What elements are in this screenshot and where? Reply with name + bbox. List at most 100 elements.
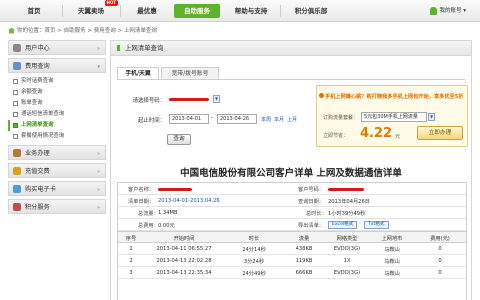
package-select[interactable]: 5元包30M手机上网流量 (361, 112, 427, 122)
nav-tianyi-mall-label: 天翼卖场 (78, 7, 104, 15)
order-label: 订购流量套餐： (323, 115, 359, 121)
customer-no-label: 客户号码： (298, 187, 324, 193)
sidebar-item-label: 上网清单查询 (21, 122, 54, 128)
nav-points-club[interactable]: 积分俱乐部 (284, 4, 338, 18)
promo-panel: 手机上网嫌心跳？购打随我多手机上网包开始，享多优至5折 订购流量套餐： 5元包3… (316, 85, 468, 147)
table-cell: 3 (129, 270, 133, 276)
recharge-icon (13, 167, 21, 175)
hot-badge: HOT (104, 0, 118, 6)
export-excel-button[interactable]: Excel格式 (328, 221, 358, 229)
sidebar-section-points[interactable]: 积分服务 » (8, 199, 106, 214)
nav-best-deals[interactable]: 最优惠 (126, 4, 168, 18)
bullet-icon (13, 90, 18, 95)
table-header: 序号 开始时间 时长 流量 网络类型 上网地市 费用(元) (118, 231, 466, 243)
page-title: 上网清单查询 (111, 41, 471, 56)
points-icon (13, 203, 21, 211)
redacted-customer (158, 188, 192, 191)
home-icon (8, 27, 15, 34)
sidebar-item-call-sms-list[interactable]: 通话短信清单查询 (8, 109, 106, 120)
table-cell: 2013-04-11 06:55:27 (156, 246, 212, 252)
sidebar-section-label: 充值交费 (25, 168, 50, 175)
date-from-input[interactable]: 2013-04-01 (169, 114, 209, 124)
nav-tianyi-mall[interactable]: 天翼卖场 HOT (70, 0, 118, 18)
bullet-icon (13, 79, 18, 84)
quick-this-week[interactable]: 本周 (261, 116, 271, 123)
chevron-right-icon: » (96, 151, 100, 157)
total-time-label: 总时长： (306, 211, 327, 217)
time-label: 起止时间： (138, 118, 165, 124)
main-panel: 上网清单查询 手机/天翼 宽带/拨号账号 请选择号码： ▼ 起止时间： 2013… (110, 40, 472, 300)
date-separator: - (211, 115, 213, 121)
sidebar-item-realtime-fee[interactable]: 实时话费查询 (8, 76, 106, 87)
nav-separator (280, 5, 281, 17)
table-cell: 438KB (295, 246, 313, 252)
save-unit: 元 (395, 134, 401, 140)
info-row: 总流量： 1.34MB 总时长： 1小时39分49秒 (118, 207, 466, 219)
sidebar-section-label: 费用查询 (25, 63, 50, 70)
total-traffic-label: 总流量： (138, 211, 159, 217)
nav-help-support[interactable]: 帮助与支持 (226, 4, 276, 18)
sidebar: 用户中心 » 费用查询 ▾ 实时话费查询 余额查询 账单查询 通话短信清单查询 上网… (8, 40, 106, 300)
sidebar-item-label: 通话短信清单查询 (21, 111, 65, 117)
quick-this-month[interactable]: 本月 (274, 116, 284, 123)
total-fee-label: 总费用： (138, 223, 159, 229)
query-date-value: 2013年04月26日 (328, 199, 370, 205)
sidebar-section-label: 用户中心 (25, 45, 50, 52)
total-traffic-value: 1.34MB (158, 210, 178, 216)
table-cell: EVDO(3G) (333, 246, 361, 252)
sidebar-section-ecard[interactable]: 购买电子卡 » (8, 181, 106, 196)
customer-label: 客户名称： (128, 187, 154, 193)
nav-self-service[interactable]: 自助服务 (174, 4, 220, 18)
table-row: 1 2013-04-11 06:55:27 24分14秒 438KB EVDO(… (118, 243, 466, 255)
bill-title: 中国电信股份有限公司客户详单 上网及数据通信详单 (180, 168, 402, 179)
table-cell: EVDO(3G) (333, 270, 361, 276)
nav-home[interactable]: 首页 (14, 4, 54, 18)
table-cell: 马鞍山 (384, 271, 400, 277)
save-label: 立即节省： (323, 133, 349, 139)
sidebar-item-label: 套餐使用情况查询 (21, 133, 65, 139)
user-center-icon (13, 44, 21, 52)
nav-separator (120, 5, 121, 17)
breadcrumb-text: 你的位置：首页 > 自助服务 > 费用查询 > 上网清单查询 (17, 28, 157, 34)
buy-now-button[interactable]: 立即办理 (417, 126, 463, 140)
table-cell: 119KB (295, 258, 313, 264)
sidebar-section-fee-query[interactable]: 费用查询 ▾ (8, 58, 106, 73)
breadcrumb: 你的位置：首页 > 自助服务 > 费用查询 > 上网清单查询 (8, 26, 157, 34)
sidebar-item-label: 实时话费查询 (21, 78, 54, 84)
phone-dropdown[interactable]: ▼ (213, 95, 220, 103)
top-navigation: 首页 天翼卖场 HOT 最优惠 自助服务 帮助与支持 积分俱乐部 我的账号 ▾ (0, 0, 480, 22)
chevron-right-icon: » (96, 46, 100, 52)
column-header: 流量 (298, 236, 310, 242)
sidebar-section-label: 积分服务 (25, 204, 50, 211)
package-dropdown[interactable]: ▼ (428, 113, 435, 121)
sidebar-section-business[interactable]: 业务办理 » (8, 145, 106, 160)
user-account-menu[interactable]: 我的账号 ▾ (430, 6, 466, 15)
column-header: 费用(元) (430, 236, 450, 242)
info-row: 总费用： 0.00元 导出清单： Excel格式 Txt格式 (118, 219, 466, 231)
fee-query-icon (13, 62, 21, 70)
period-label: 清单日期： (128, 199, 154, 205)
table-cell: 2013-04-13 22:02:28 (156, 258, 212, 264)
sidebar-item-balance[interactable]: 余额查询 (8, 87, 106, 98)
warning-icon (319, 93, 324, 98)
table-cell: 马鞍山 (384, 259, 400, 265)
query-date-label: 查询日期： (298, 199, 324, 205)
sidebar-item-internet-list[interactable]: 上网清单查询 (8, 120, 106, 131)
ecard-icon (13, 185, 21, 193)
sidebar-item-package-usage[interactable]: 套餐使用情况查询 (8, 131, 106, 142)
quick-last-month[interactable]: 上月 (287, 116, 297, 123)
bullet-icon (13, 112, 18, 117)
table-row: 3 2013-04-13 22:35:34 24分49秒 666KB EVDO(… (118, 267, 466, 279)
sidebar-item-bill[interactable]: 账单查询 (8, 98, 106, 109)
date-to-input[interactable]: 2013-04-26 (217, 114, 257, 124)
sidebar-section-label: 购买电子卡 (25, 186, 56, 193)
table-cell: 24分14秒 (242, 247, 266, 253)
sidebar-section-recharge[interactable]: 充值交费 » (8, 163, 106, 178)
query-button[interactable]: 查询 (167, 134, 191, 145)
sidebar-section-label: 业务办理 (25, 150, 50, 157)
sidebar-section-user-center[interactable]: 用户中心 » (8, 40, 106, 55)
export-label: 导出清单： (298, 223, 324, 229)
redacted-phone (169, 98, 209, 101)
info-row: 客户名称： 客户号码： (118, 183, 466, 195)
export-txt-button[interactable]: Txt格式 (364, 221, 389, 229)
